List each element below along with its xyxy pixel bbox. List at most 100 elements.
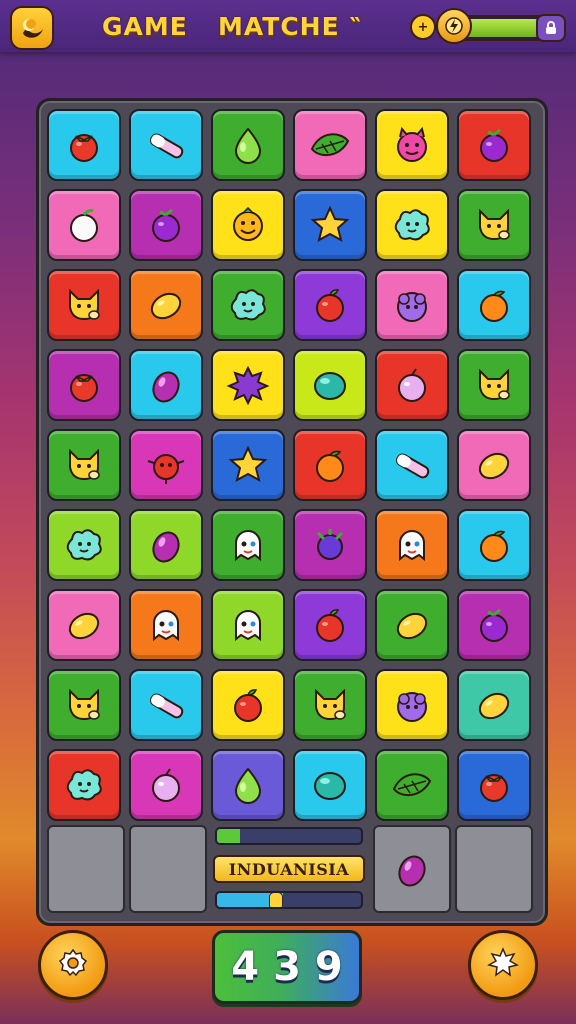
tray-slot-4[interactable] — [455, 825, 533, 913]
tile-r6-c2[interactable] — [129, 509, 203, 581]
candy-icon — [144, 125, 188, 165]
top-bar: GAME MATCHE ‶ + — [0, 0, 576, 52]
gear-button[interactable] — [38, 930, 108, 1000]
berry-icon — [472, 605, 516, 645]
tile-r6-c6[interactable] — [457, 509, 531, 581]
tile-r8-c6[interactable] — [457, 669, 531, 741]
tile-r5-c4[interactable] — [293, 429, 367, 501]
tray-progress-knob[interactable] — [269, 893, 284, 907]
star-icon — [308, 205, 352, 245]
tile-r7-c1[interactable] — [47, 589, 121, 661]
blob-icon — [62, 765, 106, 805]
tile-r4-c5[interactable] — [375, 349, 449, 421]
tile-r1-c2[interactable] — [129, 109, 203, 181]
fox-icon — [62, 685, 106, 725]
tile-r3-c3[interactable] — [211, 269, 285, 341]
settings-button[interactable] — [468, 930, 538, 1000]
tile-r1-c4[interactable] — [293, 109, 367, 181]
energy-bolt-icon — [436, 8, 472, 44]
tile-r6-c4[interactable] — [293, 509, 367, 581]
leaf-icon — [308, 125, 352, 165]
tile-r5-c3[interactable] — [211, 429, 285, 501]
tile-r6-c3[interactable] — [211, 509, 285, 581]
tray-slot-2[interactable] — [129, 825, 207, 913]
tomato-icon — [62, 365, 106, 405]
energy-meter — [436, 8, 568, 44]
lock-icon[interactable] — [536, 14, 566, 42]
tray-slot-3[interactable] — [373, 825, 451, 913]
apple-white-icon — [62, 205, 106, 245]
ghost-icon — [144, 605, 188, 645]
game-logo-icon[interactable] — [10, 6, 54, 50]
tile-r4-c3[interactable] — [211, 349, 285, 421]
tile-r2-c6[interactable] — [457, 189, 531, 261]
tile-r1-c6[interactable] — [457, 109, 531, 181]
devil-icon — [390, 125, 434, 165]
ghost-icon — [390, 525, 434, 565]
tile-r9-c2[interactable] — [129, 749, 203, 821]
tile-r5-c5[interactable] — [375, 429, 449, 501]
lemon-icon — [390, 605, 434, 645]
fox-icon — [472, 365, 516, 405]
candy-icon — [390, 445, 434, 485]
eggplant-icon — [308, 525, 352, 565]
score-display: 439 — [212, 930, 362, 1004]
tile-r2-c5[interactable] — [375, 189, 449, 261]
tile-r5-c1[interactable] — [47, 429, 121, 501]
smile-icon — [226, 205, 270, 245]
tile-r5-c6[interactable] — [457, 429, 531, 501]
tray-progress-top-fill — [217, 829, 241, 843]
tile-r2-c4[interactable] — [293, 189, 367, 261]
tile-r6-c1[interactable] — [47, 509, 121, 581]
bomb-icon — [144, 445, 188, 485]
tile-r4-c1[interactable] — [47, 349, 121, 421]
tile-r2-c2[interactable] — [129, 189, 203, 261]
tile-r1-c3[interactable] — [211, 109, 285, 181]
tile-r7-c4[interactable] — [293, 589, 367, 661]
tile-r2-c3[interactable] — [211, 189, 285, 261]
tile-r5-c2[interactable] — [129, 429, 203, 501]
tile-r3-c2[interactable] — [129, 269, 203, 341]
gear-icon — [55, 945, 91, 985]
tile-r3-c5[interactable] — [375, 269, 449, 341]
tile-r8-c3[interactable] — [211, 669, 285, 741]
tile-r2-c1[interactable] — [47, 189, 121, 261]
tomato-icon — [472, 765, 516, 805]
tile-r9-c5[interactable] — [375, 749, 449, 821]
tile-r4-c4[interactable] — [293, 349, 367, 421]
coin-icon[interactable]: + — [410, 14, 436, 40]
tile-r1-c5[interactable] — [375, 109, 449, 181]
tile-r9-c6[interactable] — [457, 749, 531, 821]
tile-r3-c4[interactable] — [293, 269, 367, 341]
tile-r3-c1[interactable] — [47, 269, 121, 341]
tile-r9-c4[interactable] — [293, 749, 367, 821]
gem-icon — [308, 765, 352, 805]
tile-r9-c1[interactable] — [47, 749, 121, 821]
tile-r7-c6[interactable] — [457, 589, 531, 661]
tile-r8-c5[interactable] — [375, 669, 449, 741]
tray-progress-bottom — [215, 891, 363, 909]
tile-r7-c2[interactable] — [129, 589, 203, 661]
tile-r9-c3[interactable] — [211, 749, 285, 821]
ghost-icon — [226, 605, 270, 645]
star-icon — [226, 445, 270, 485]
tile-r4-c6[interactable] — [457, 349, 531, 421]
tile-r6-c5[interactable] — [375, 509, 449, 581]
score-value: 439 — [231, 944, 357, 990]
tray-slot-1[interactable] — [47, 825, 125, 913]
tile-r4-c2[interactable] — [129, 349, 203, 421]
tile-r8-c1[interactable] — [47, 669, 121, 741]
tile-r7-c3[interactable] — [211, 589, 285, 661]
plum-icon — [144, 525, 188, 565]
tile-r3-c6[interactable] — [457, 269, 531, 341]
tile-r7-c5[interactable] — [375, 589, 449, 661]
game-board: INDUANISIA — [36, 98, 548, 926]
tile-r8-c4[interactable] — [293, 669, 367, 741]
orange-icon — [472, 525, 516, 565]
tile-r1-c1[interactable] — [47, 109, 121, 181]
tray-label: INDUANISIA — [213, 855, 365, 883]
apple-icon — [226, 685, 270, 725]
tile-r8-c2[interactable] — [129, 669, 203, 741]
ghost-icon — [226, 525, 270, 565]
drop-icon — [226, 765, 270, 805]
